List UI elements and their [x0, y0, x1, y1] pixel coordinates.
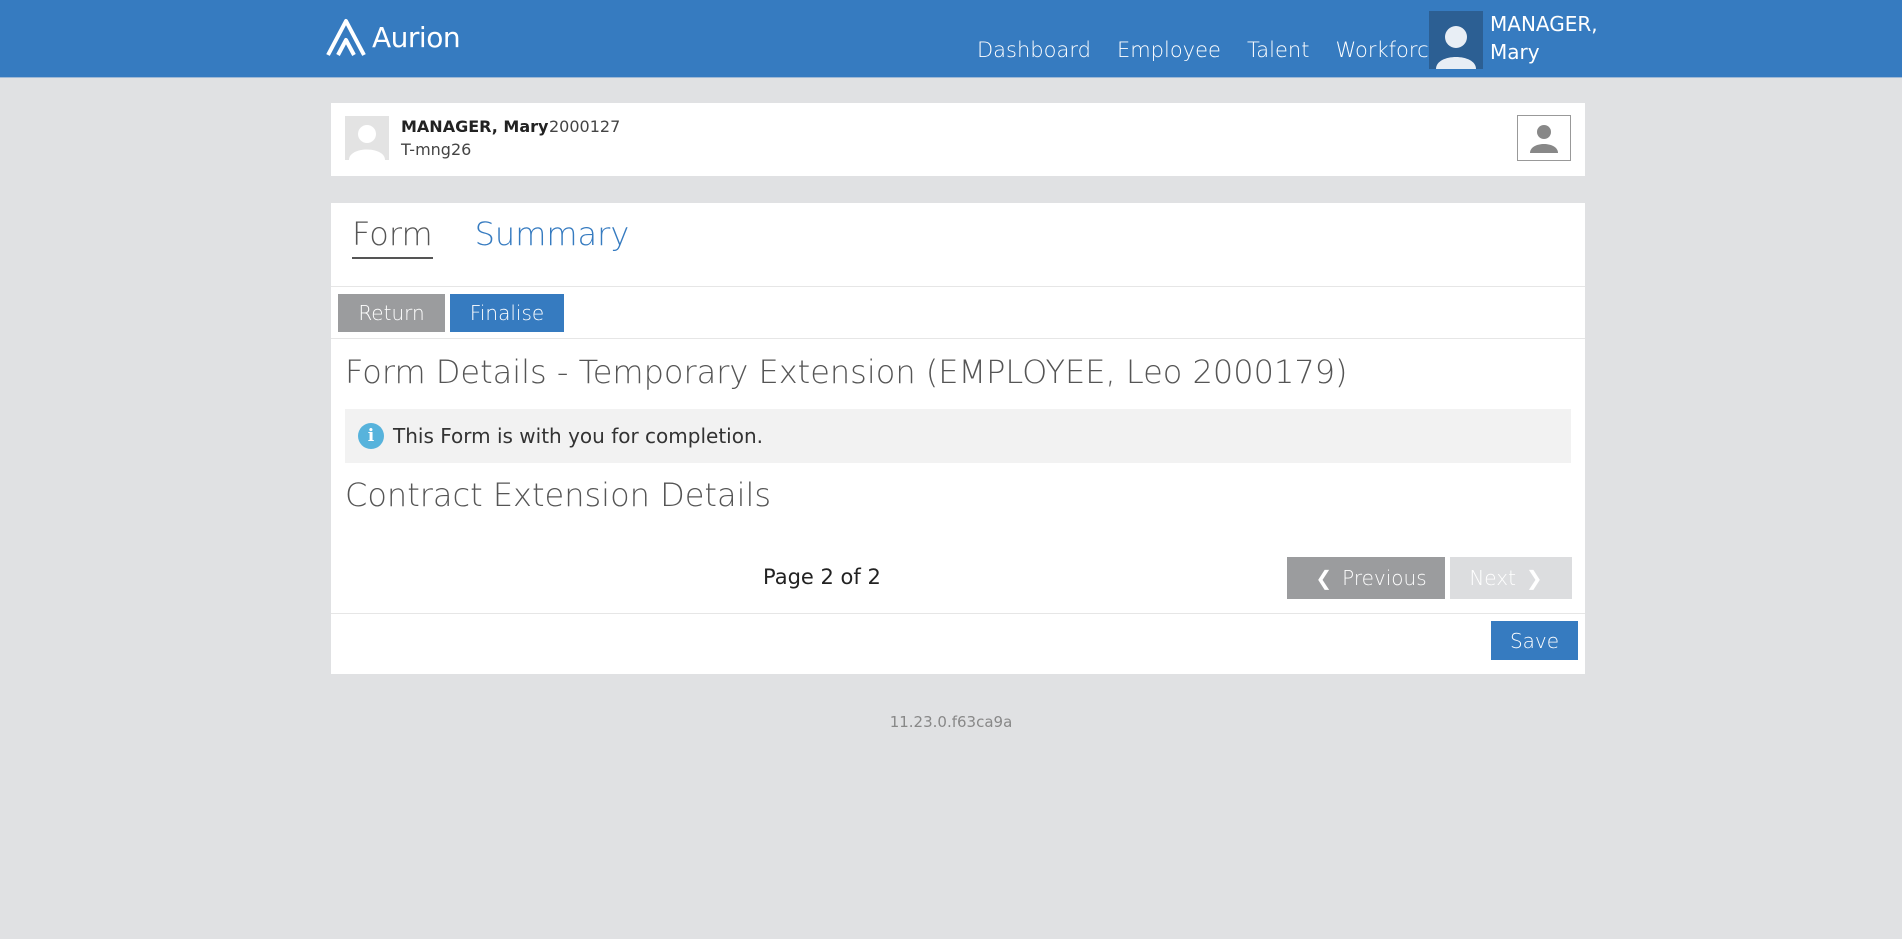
- form-card: Form Summary Return Finalise Form Detail…: [331, 203, 1585, 674]
- form-tabs: Form Summary: [352, 215, 671, 259]
- employee-profile-button[interactable]: [1517, 115, 1571, 161]
- divider: [331, 613, 1585, 614]
- employee-id: 2000127: [549, 117, 621, 136]
- finalise-button[interactable]: Finalise: [450, 294, 564, 332]
- top-bar: Aurion Dashboard Employee Talent Workfor…: [0, 0, 1902, 78]
- previous-label: Previous: [1342, 566, 1427, 590]
- employee-photo: [345, 116, 389, 160]
- info-alert: i This Form is with you for completion.: [345, 409, 1571, 463]
- page-indicator: Page 2 of 2: [763, 565, 881, 589]
- save-button[interactable]: Save: [1491, 621, 1578, 660]
- divider: [331, 338, 1585, 339]
- nav-dashboard[interactable]: Dashboard: [977, 38, 1091, 62]
- info-icon: i: [358, 423, 384, 449]
- next-label: Next: [1469, 566, 1516, 590]
- next-button[interactable]: Next ❯: [1450, 557, 1572, 599]
- aurion-logo[interactable]: Aurion: [324, 14, 461, 60]
- user-name-line2: Mary: [1490, 40, 1540, 64]
- form-title: Form Details - Temporary Extension (EMPL…: [345, 353, 1348, 391]
- info-message: This Form is with you for completion.: [393, 424, 763, 448]
- person-placeholder-icon: [349, 125, 385, 160]
- employee-username: T-mng26: [401, 140, 472, 159]
- tab-summary[interactable]: Summary: [475, 215, 630, 259]
- chevron-left-icon: ❮: [1315, 566, 1333, 590]
- logo-text: Aurion: [372, 20, 461, 54]
- user-avatar: [1429, 11, 1483, 69]
- tab-form[interactable]: Form: [352, 215, 433, 259]
- main-nav: Dashboard Employee Talent Workforce: [977, 38, 1468, 62]
- user-name-line1: MANAGER,: [1490, 12, 1598, 36]
- version-label: 11.23.0.f63ca9a: [889, 713, 1013, 731]
- user-menu[interactable]: MANAGER, Mary: [1429, 11, 1600, 69]
- nav-talent[interactable]: Talent: [1247, 38, 1310, 62]
- section-title: Contract Extension Details: [345, 476, 772, 514]
- aurion-logo-icon: [326, 19, 366, 56]
- user-name: MANAGER, Mary: [1490, 10, 1600, 69]
- employee-name: MANAGER, Mary: [401, 117, 549, 136]
- divider: [331, 286, 1585, 287]
- employee-header-card: MANAGER, Mary 2000127 T-mng26: [331, 103, 1585, 176]
- nav-employee[interactable]: Employee: [1117, 38, 1221, 62]
- person-icon: [1530, 125, 1558, 153]
- previous-button[interactable]: ❮ Previous: [1287, 557, 1445, 599]
- person-icon: [1436, 26, 1476, 69]
- chevron-right-icon: ❯: [1525, 566, 1543, 590]
- return-button[interactable]: Return: [338, 294, 445, 332]
- nav-workforce[interactable]: Workforce: [1335, 38, 1441, 62]
